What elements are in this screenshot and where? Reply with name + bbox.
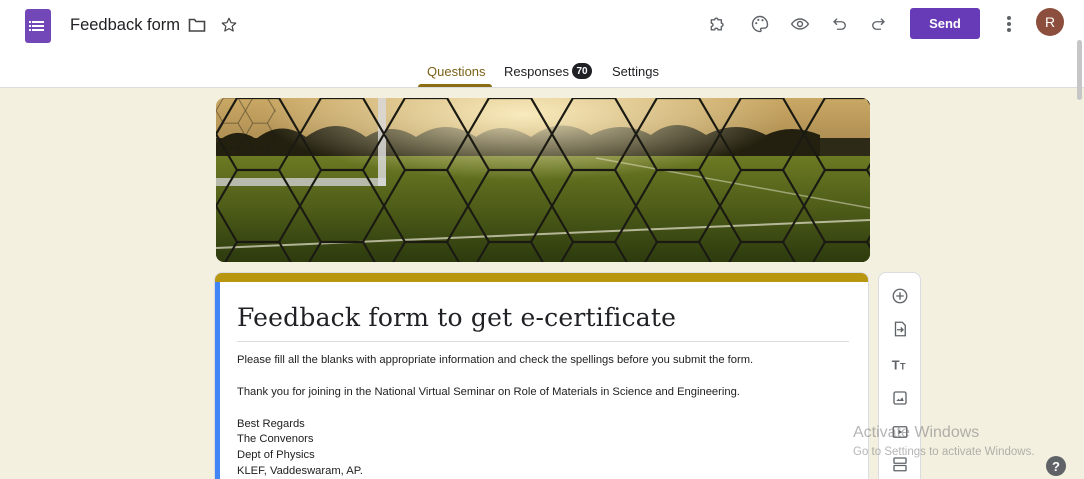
title-underline xyxy=(237,341,849,342)
active-card-indicator xyxy=(215,282,220,479)
more-vert-icon[interactable] xyxy=(998,12,1020,36)
add-question-icon[interactable] xyxy=(889,285,911,307)
svg-text:T: T xyxy=(892,357,900,372)
redo-icon[interactable] xyxy=(866,12,890,36)
form-header-card[interactable]: Feedback form to get e-certificate Pleas… xyxy=(214,272,869,479)
avatar[interactable]: R xyxy=(1036,8,1064,36)
responses-count-badge: 70 xyxy=(572,63,592,79)
help-icon[interactable]: ? xyxy=(1046,456,1066,476)
tab-settings[interactable]: Settings xyxy=(612,64,659,79)
tab-responses[interactable]: Responses xyxy=(504,64,569,79)
form-description-line[interactable]: Dept of Physics xyxy=(237,448,315,462)
active-tab-indicator xyxy=(418,84,492,87)
page-scrollbar[interactable] xyxy=(1077,40,1082,100)
card-accent-bar xyxy=(215,273,868,282)
undo-icon[interactable] xyxy=(828,12,852,36)
svg-text:T: T xyxy=(900,361,906,371)
preview-eye-icon[interactable] xyxy=(788,12,812,36)
app-header: Feedback form Send R Questions Responses… xyxy=(0,0,1084,88)
form-title[interactable]: Feedback form to get e-certificate xyxy=(237,303,676,332)
import-questions-icon[interactable] xyxy=(889,318,911,340)
document-title[interactable]: Feedback form xyxy=(70,16,180,35)
star-icon[interactable] xyxy=(218,14,240,36)
form-description-line[interactable]: Thank you for joining in the National Vi… xyxy=(237,385,740,399)
form-description-line[interactable]: Please fill all the blanks with appropri… xyxy=(237,353,753,367)
forms-app-icon[interactable] xyxy=(25,9,51,43)
windows-activation-hint: Go to Settings to activate Windows. xyxy=(853,446,1035,458)
add-title-icon[interactable]: TT xyxy=(889,353,911,375)
addon-puzzle-icon[interactable] xyxy=(706,12,730,36)
form-tabs: Questions Responses Settings xyxy=(0,60,1084,88)
windows-activation-watermark: Activate Windows xyxy=(853,424,980,441)
tab-questions[interactable]: Questions xyxy=(427,64,486,79)
palette-icon[interactable] xyxy=(748,12,772,36)
form-description-line[interactable]: Best Regards xyxy=(237,417,305,431)
send-button[interactable]: Send xyxy=(910,8,980,39)
form-description-line[interactable]: The Convenors xyxy=(237,432,314,446)
form-description-line[interactable]: KLEF, Vaddeswaram, AP. xyxy=(237,464,363,478)
add-image-icon[interactable] xyxy=(889,387,911,409)
header-image xyxy=(216,98,870,262)
folder-icon[interactable] xyxy=(186,14,208,36)
